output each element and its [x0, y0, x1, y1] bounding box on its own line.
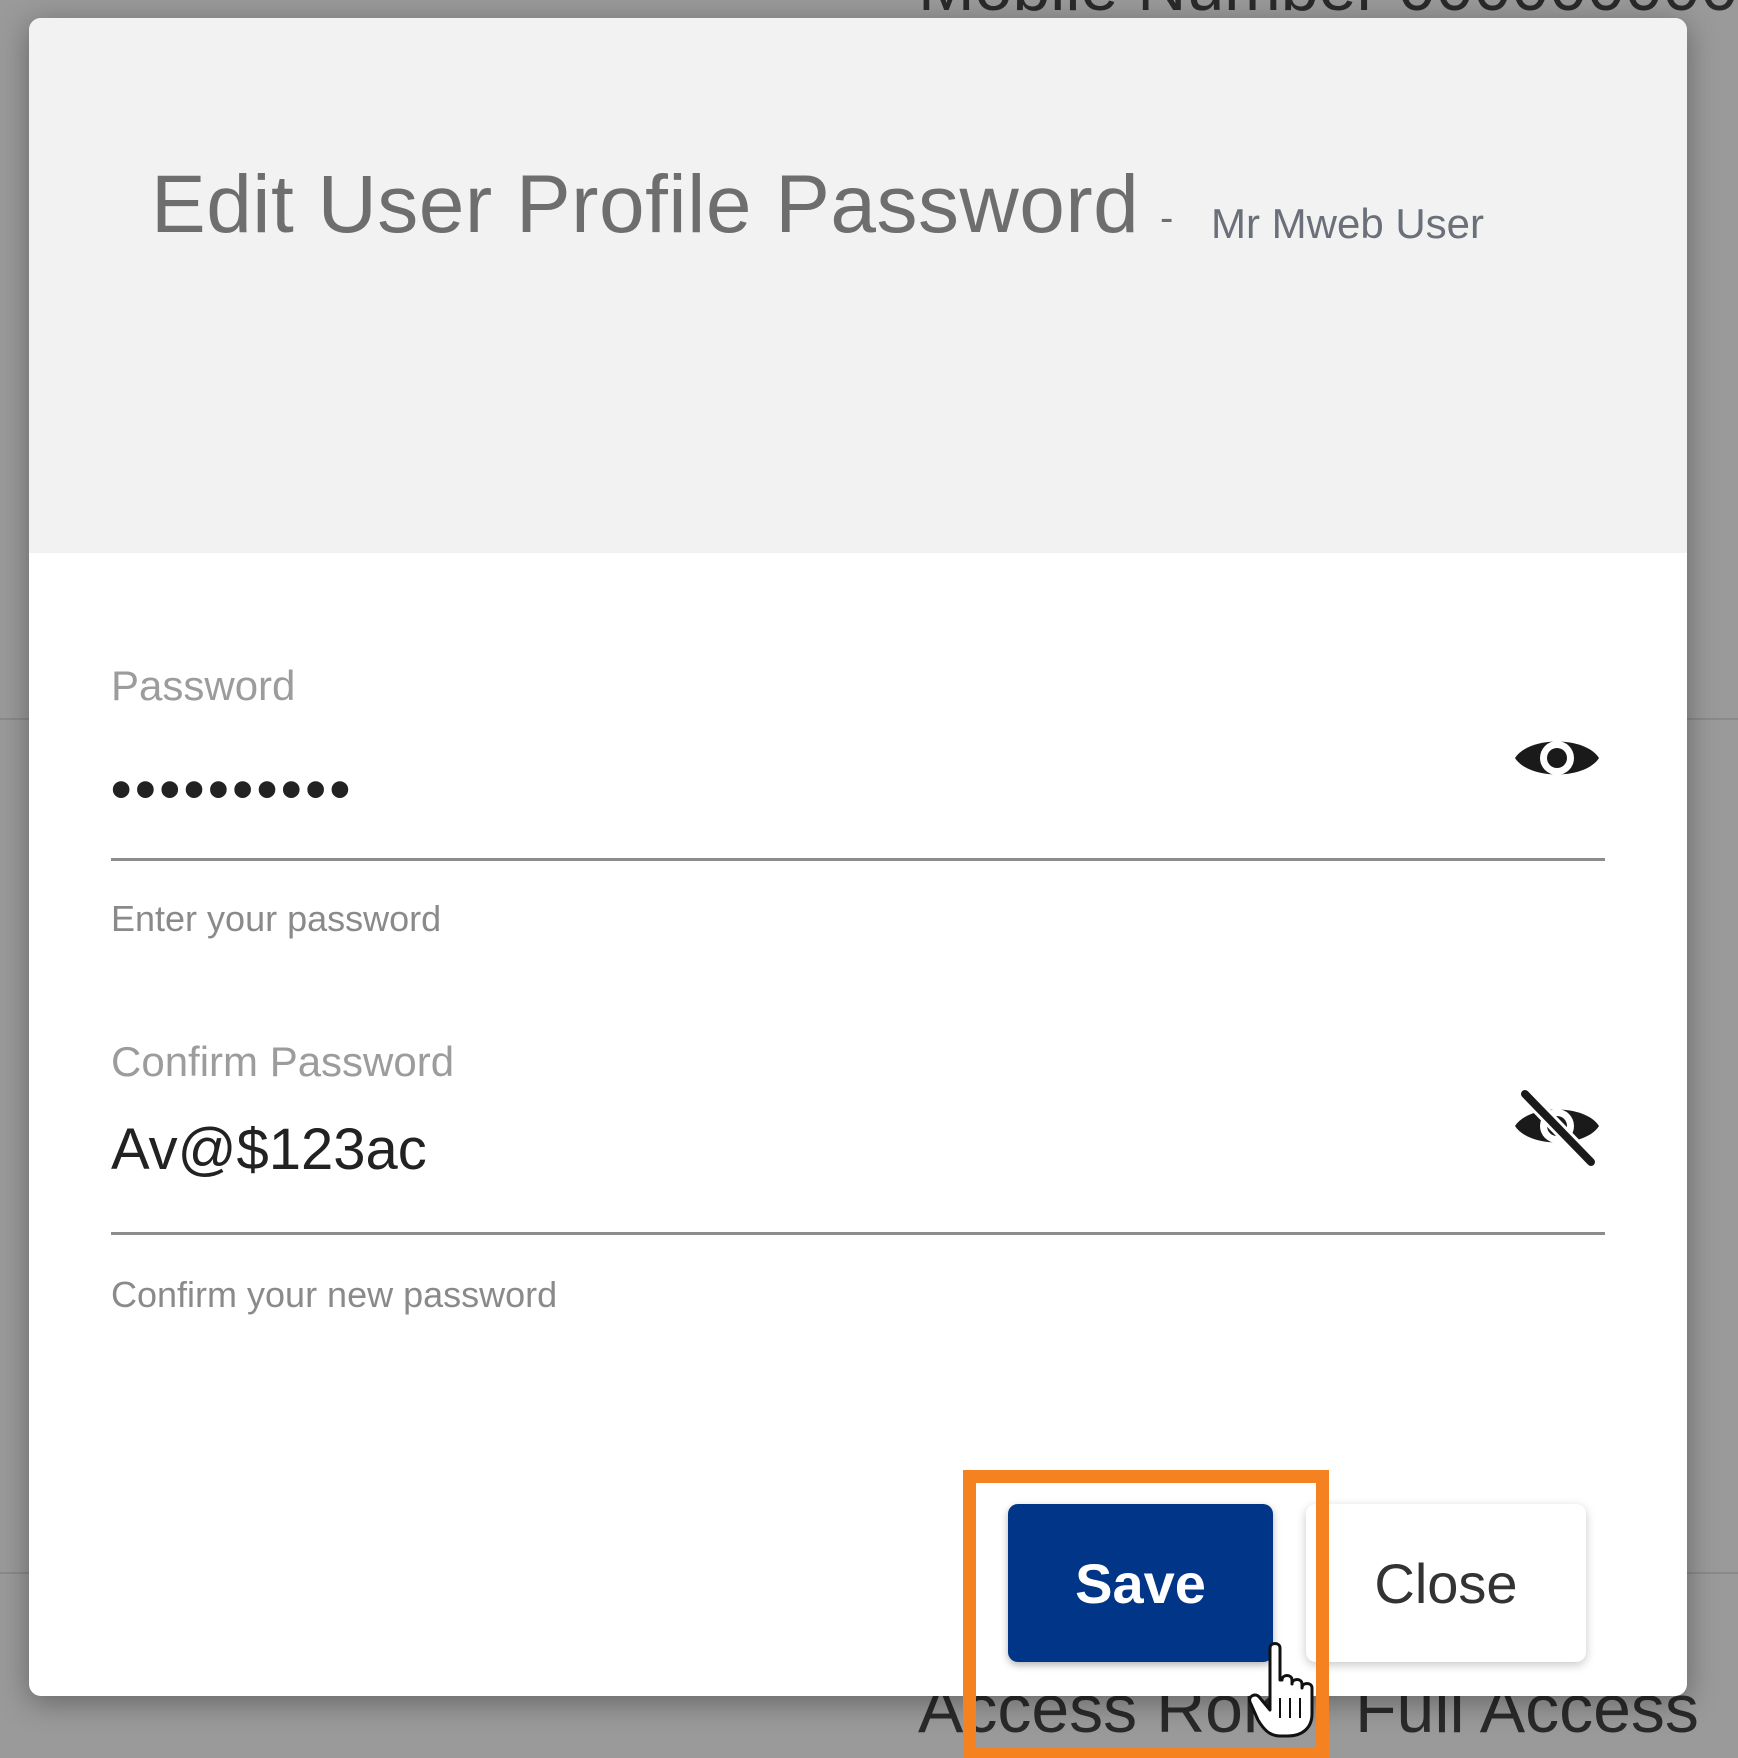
background-divider	[1687, 1572, 1738, 1574]
save-button[interactable]: Save	[1008, 1504, 1273, 1662]
confirm-password-hint: Confirm your new password	[111, 1274, 558, 1315]
dialog-title: Edit User Profile Password	[151, 159, 1140, 250]
show-password-toggle[interactable]	[1509, 720, 1605, 800]
background-divider	[0, 1572, 29, 1574]
title-separator: -	[1160, 196, 1174, 240]
background-divider	[0, 718, 29, 720]
edit-password-dialog: Edit User Profile Password - Mr Mweb Use…	[29, 18, 1687, 1696]
eye-off-icon	[1511, 1088, 1603, 1173]
dialog-header: Edit User Profile Password - Mr Mweb Use…	[29, 18, 1687, 553]
confirm-password-label: Confirm Password	[111, 1038, 455, 1085]
password-label: Password	[111, 662, 296, 709]
background-divider	[1687, 718, 1738, 720]
password-underline	[111, 858, 1605, 861]
confirm-password-field: Confirm Password Av@$123ac Confirm your …	[111, 1024, 1605, 1344]
password-input[interactable]: ••••••••••	[111, 756, 1491, 823]
password-field: Password •••••••••• Enter your password	[111, 648, 1605, 968]
password-hint: Enter your password	[111, 898, 442, 939]
confirm-password-underline	[111, 1232, 1605, 1235]
eye-icon	[1511, 728, 1603, 793]
dialog-subtitle-user-name: Mr Mweb User	[1211, 200, 1485, 247]
close-button[interactable]: Close	[1306, 1504, 1586, 1662]
hide-confirm-password-toggle[interactable]	[1509, 1088, 1605, 1173]
confirm-password-input[interactable]: Av@$123ac	[111, 1116, 1491, 1183]
